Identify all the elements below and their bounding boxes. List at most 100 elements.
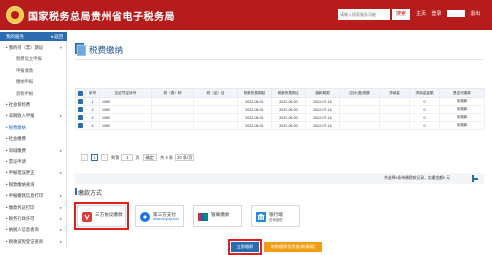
sidebar-item[interactable]: • 我的待（票）期设 ▾: [0, 43, 67, 53]
sidebar-item[interactable]: • 纳税人信息查询 ▸: [0, 225, 67, 235]
row-select-cell[interactable]: [75, 113, 86, 122]
sidebar-back-button[interactable]: ◂ 返回: [50, 32, 63, 41]
header-links: 主页 登录 退出: [416, 10, 484, 18]
logout-link[interactable]: 退出: [470, 11, 480, 17]
table-cell: [193, 97, 238, 106]
sidebar-item[interactable]: • 税收减免登记查询 ▸: [0, 237, 67, 247]
sidebar-item-label: • 税务行政许可: [6, 216, 35, 221]
pay-method-third-party[interactable]: 第三方支付 www.xxxpay.com: [135, 205, 184, 227]
search-button[interactable]: 搜索: [392, 9, 410, 20]
sidebar-item[interactable]: 申报收款: [0, 66, 67, 76]
table-cell: 1080: [99, 121, 152, 130]
sidebar-item-label: • 税款缴纳查询: [6, 181, 35, 187]
sidebar-item[interactable]: 缴纳申报: [0, 77, 67, 87]
goto-suffix: 页: [135, 154, 140, 160]
select-all-cell[interactable]: [75, 88, 86, 98]
sidebar-item[interactable]: 税费设立申报: [0, 54, 67, 64]
sidebar-item[interactable]: • 非税收入申报 ▸: [0, 111, 67, 121]
pagination: ‹ 1 › 到第 1 页 确定 共 4 条 20 条/页: [81, 154, 195, 161]
sidebar-item-label: 退税申报: [16, 90, 34, 96]
pay-method-bank[interactable]: 银行端 查询缴税: [251, 205, 300, 227]
summary-text: 共选择4条待缴税款记录，实缴金额: [384, 176, 444, 180]
row-checkbox[interactable]: [78, 123, 83, 128]
highlight-box: [74, 202, 129, 230]
row-select-cell[interactable]: [75, 97, 86, 106]
home-link[interactable]: 主页: [416, 11, 426, 17]
bank-icon: [256, 212, 266, 222]
row-checkbox[interactable]: [78, 99, 83, 104]
sidebar-item[interactable]: • 申报错误更正 ▸: [0, 168, 67, 178]
sidebar-item-label: • 缴款凭证打印: [6, 204, 35, 210]
select-all-checkbox[interactable]: [78, 90, 83, 96]
table-cell: 2022-06-01: [237, 105, 272, 114]
table-cell: 1080: [99, 97, 152, 106]
table-cell: [151, 113, 194, 122]
table-cell: 2022-06-30: [271, 97, 306, 106]
sidebar-item-label: • 社会缴费: [6, 136, 26, 142]
sidebar-item[interactable]: • 缴款凭证打印 ▸: [0, 203, 67, 213]
sidebar-item-label: • 社会保险费: [6, 102, 31, 107]
sidebar-item[interactable]: • 申报缴款信息打印 ▸: [0, 191, 67, 201]
table-row[interactable]: 4 1080 2022-06-01 2022-06-30 2022-07-15 0 未缴款: [75, 121, 485, 130]
next-page-button[interactable]: ›: [101, 154, 108, 161]
filter-icon[interactable]: [472, 175, 478, 182]
table-cell: 2: [85, 105, 100, 114]
payment-query-button[interactable]: 申报缴款信息查询(缴款): [264, 242, 322, 252]
sidebar-item[interactable]: • 社会保险费: [0, 100, 67, 110]
section-marker: [75, 188, 77, 195]
table-cell: 2022-06-01: [237, 113, 272, 122]
total-count: 共 4 条: [159, 154, 174, 160]
table-cell: 4: [85, 121, 100, 130]
sidebar: 我的服务 ◂ 返回 • 我的待（票）期设 ▾ 税费设立申报 申报收款 缴纳申报 退税申报 •…: [0, 30, 67, 249]
table-row[interactable]: 1 1080 2022-06-01 2022-06-30 2022-07-15 0 未缴款: [75, 97, 485, 106]
column-header: 税款所属期起: [237, 88, 272, 98]
sidebar-item[interactable]: • 税款缴纳查询: [0, 180, 67, 190]
chevron-icon: ▸: [59, 193, 62, 199]
row-checkbox[interactable]: [78, 107, 83, 112]
page-size-select[interactable]: 20 条/页: [175, 154, 195, 161]
table-cell: 0: [409, 121, 440, 130]
table-cell: 未缴款: [439, 105, 485, 114]
sidebar-item[interactable]: • 社会缴费: [0, 134, 67, 144]
prev-page-button[interactable]: ‹: [81, 154, 88, 161]
sidebar-item[interactable]: • 票证申请: [0, 157, 67, 167]
sidebar-item-label: • 税收减免登记查询: [6, 238, 44, 244]
table-cell: 0: [409, 97, 440, 106]
sidebar-item-label: 税费设立申报: [16, 56, 42, 62]
pay-method-unionpay[interactable]: 银联缴款: [193, 205, 242, 227]
table-row[interactable]: 3 1080 2022-06-01 2022-06-30 2022-07-15 0 未缴款: [75, 113, 485, 122]
chevron-icon: ▸: [59, 216, 62, 221]
column-header: 应征凭证序号: [99, 88, 152, 98]
goto-page-input[interactable]: 1: [121, 154, 134, 161]
main-content: 税费缴纳 序号 应征凭证序号 税（费）种 税（品）目 税款所属期起 税款所属期止…: [67, 30, 492, 255]
divider: [75, 59, 484, 60]
sidebar-item[interactable]: • 税费缴纳: [0, 123, 67, 133]
column-header: 税（费）种: [151, 88, 194, 98]
table-cell: 2022-06-30: [271, 105, 306, 114]
page-number-button[interactable]: 1: [91, 154, 98, 161]
sidebar-item[interactable]: 退税申报: [0, 89, 67, 99]
column-header: 是否可缴款: [439, 88, 485, 98]
site-title: 国家税务总局贵州省电子税务局: [28, 12, 175, 23]
column-header: 税款所属期止: [271, 88, 306, 98]
table-cell: 0: [409, 105, 440, 114]
highlight-box: [228, 239, 262, 255]
table-cell: [193, 113, 238, 122]
table-header-row: 序号 应征凭证序号 税（费）种 税（品）目 税款所属期起 税款所属期止 缴款期限…: [75, 88, 485, 98]
sidebar-item[interactable]: • 同城缴费 ▸: [0, 146, 67, 156]
sidebar-item-label: • 申报错误更正: [6, 170, 35, 176]
table-cell: 1080: [99, 113, 152, 122]
sidebar-item-label: • 税费缴纳: [6, 124, 26, 130]
row-checkbox[interactable]: [78, 115, 83, 120]
search-input[interactable]: [338, 9, 390, 20]
login-link[interactable]: 登录: [431, 11, 441, 17]
sidebar-item-label: 缴纳申报: [16, 79, 34, 85]
row-select-cell[interactable]: [75, 121, 86, 130]
table-row[interactable]: 2 1080 2022-06-01 2022-06-30 2022-07-15 0 未缴款: [75, 105, 485, 114]
table-cell: [379, 121, 410, 130]
column-header: 缴款期限: [305, 88, 340, 98]
sidebar-item[interactable]: • 税务行政许可 ▸: [0, 214, 67, 224]
row-select-cell[interactable]: [75, 105, 86, 114]
goto-confirm-button[interactable]: 确定: [142, 154, 157, 161]
table-cell: 2022-07-15: [305, 121, 340, 130]
